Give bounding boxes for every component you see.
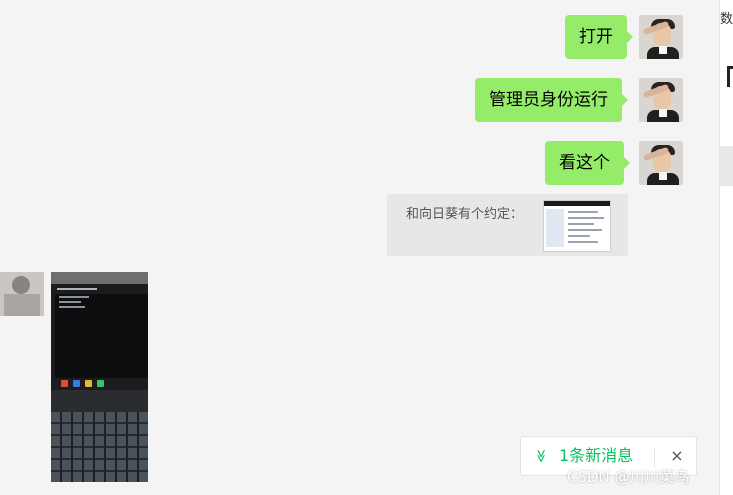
message-text: 打开: [579, 27, 613, 47]
message-text: 管理员身份运行: [489, 90, 608, 110]
user-avatar[interactable]: [639, 78, 683, 122]
message-bubble[interactable]: 打开: [565, 15, 633, 59]
shared-app-thumbnail[interactable]: [543, 200, 611, 252]
message-bubble[interactable]: 看这个: [545, 141, 630, 185]
side-panel-glyph: [727, 66, 733, 87]
image-message[interactable]: [51, 272, 148, 482]
new-message-label: 1条新消息: [559, 446, 634, 465]
user-avatar[interactable]: [639, 15, 683, 59]
user-avatar[interactable]: [639, 141, 683, 185]
side-panel-selected-row[interactable]: [720, 146, 733, 186]
close-icon[interactable]: ×: [667, 445, 687, 467]
shared-app-card[interactable]: 和向日葵有个约定：: [387, 194, 628, 256]
message-text: 看这个: [559, 153, 610, 173]
divider: [654, 447, 655, 467]
double-chevron-down-icon: ≫: [532, 449, 548, 463]
side-panel-text: 数据: [720, 12, 733, 27]
message-bubble[interactable]: 管理员身份运行: [475, 78, 628, 122]
shared-app-text: 和向日葵有个约定：: [406, 207, 524, 222]
side-panel: 数据: [719, 0, 733, 495]
chat-panel: 打开 管理员身份运行 看这个 和向日葵有个约定： ≫ 1条新消息 ×: [0, 0, 719, 495]
watermark: CSDN @川川菜鸟: [567, 468, 690, 486]
contact-avatar[interactable]: [0, 272, 44, 316]
